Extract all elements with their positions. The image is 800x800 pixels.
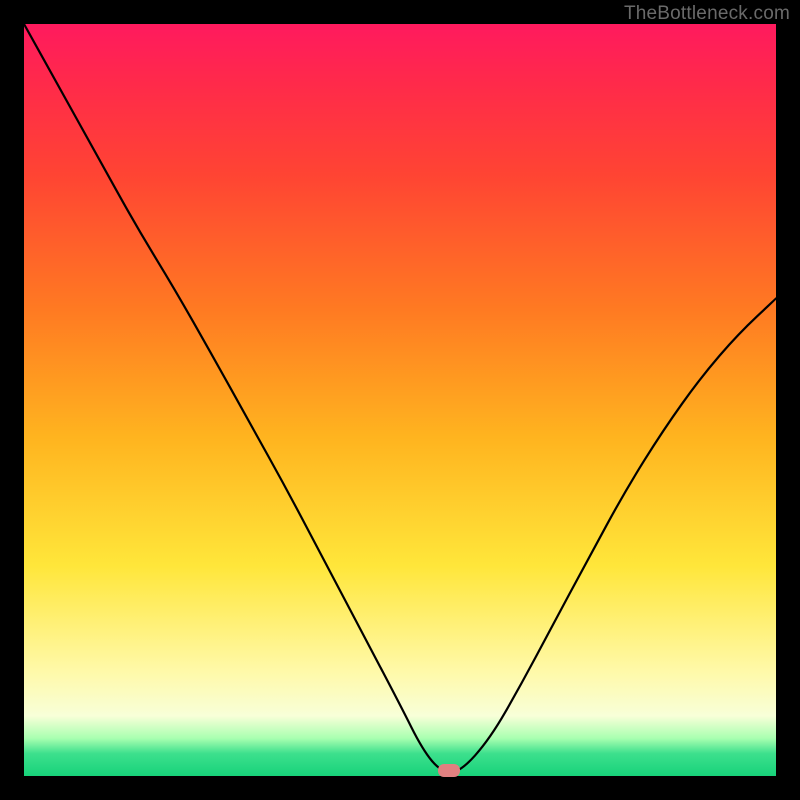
- watermark-text: TheBottleneck.com: [624, 3, 790, 25]
- bottleneck-curve: [24, 24, 776, 776]
- optimum-marker: [438, 764, 460, 777]
- chart-frame: TheBottleneck.com: [0, 0, 800, 800]
- plot-area: [24, 24, 776, 776]
